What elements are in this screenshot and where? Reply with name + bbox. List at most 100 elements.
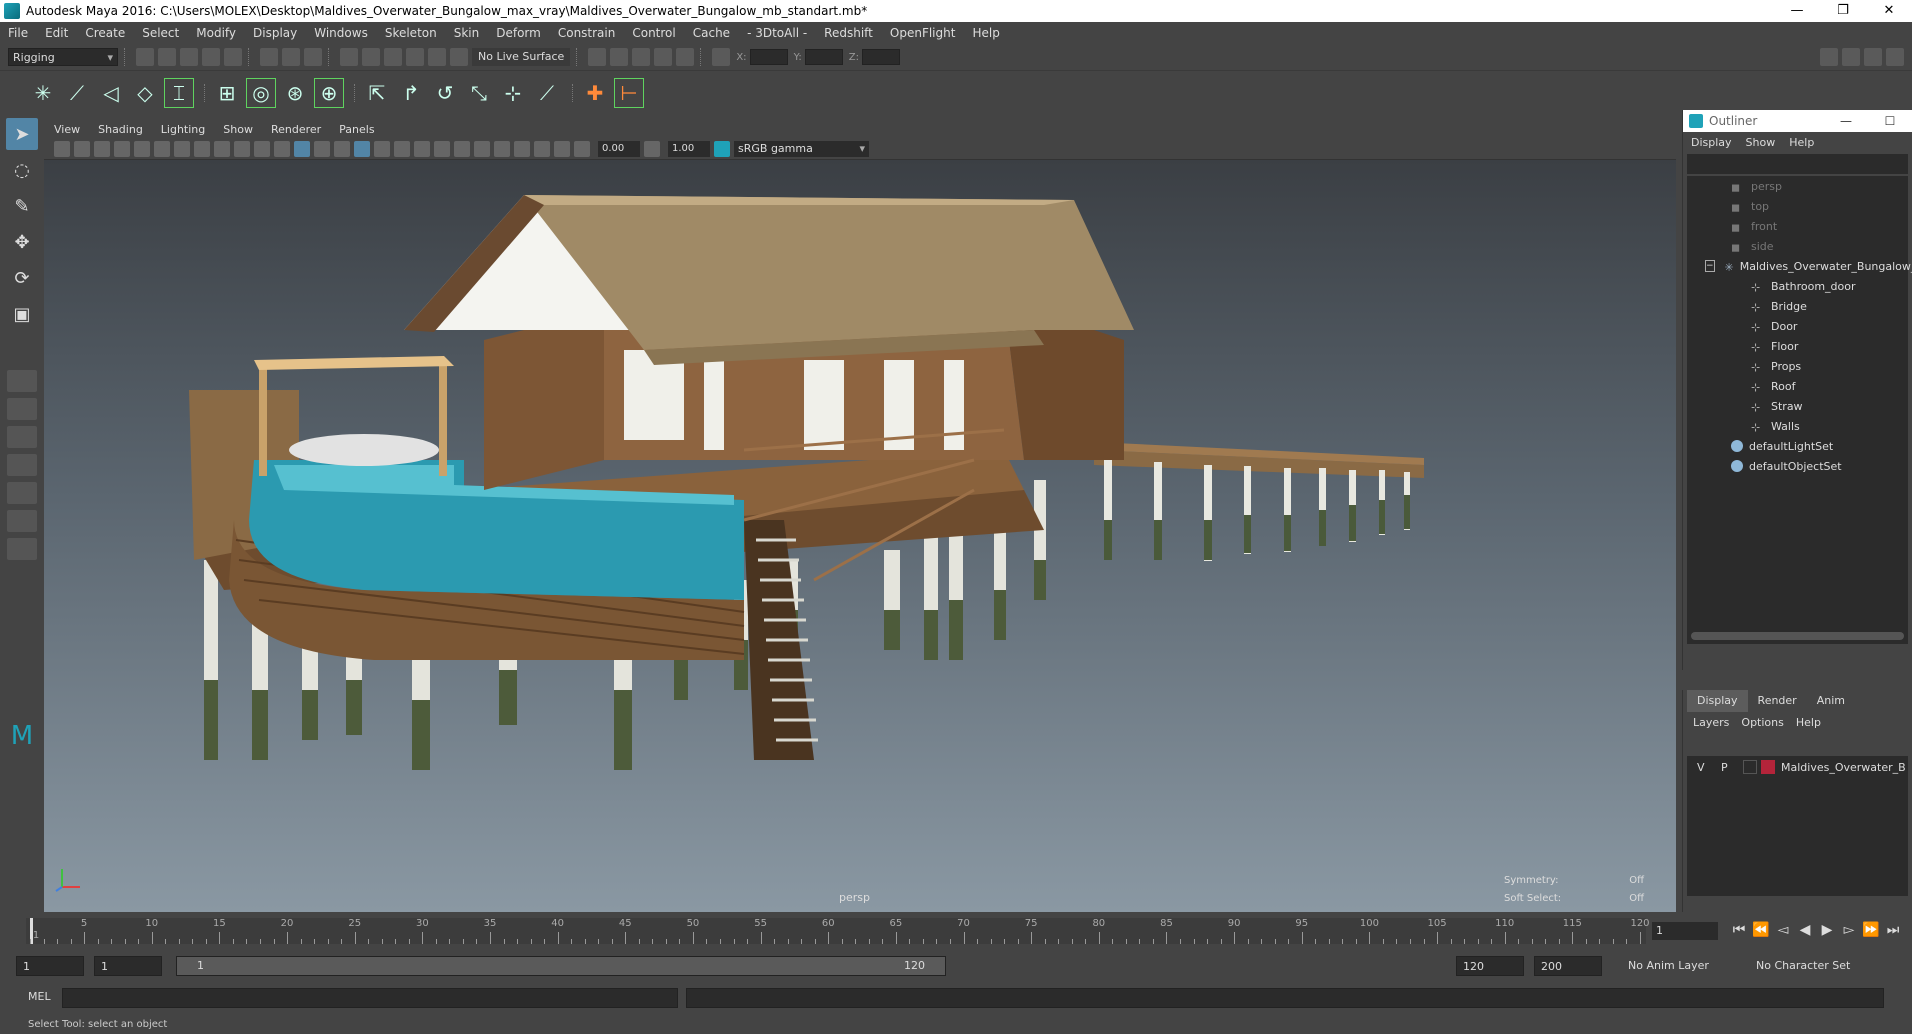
- gamma-icon[interactable]: [644, 140, 660, 157]
- viewport-canvas[interactable]: persp Symmetry: Off Soft Select: Off: [44, 160, 1676, 912]
- four-view-layout-icon[interactable]: [7, 398, 37, 420]
- menu-3dtoall[interactable]: - 3DtoAll -: [747, 26, 807, 40]
- menu-skeleton[interactable]: Skeleton: [385, 26, 437, 40]
- menu-modify[interactable]: Modify: [196, 26, 236, 40]
- outliner-item-group[interactable]: − ✳ Maldives_Overwater_Bungalow_: [1687, 256, 1912, 276]
- point-constraint-icon[interactable]: ⇱: [362, 78, 392, 108]
- render-frame-icon[interactable]: [610, 48, 629, 66]
- playback-start-field[interactable]: 1: [94, 956, 162, 976]
- step-forward-frame-icon[interactable]: ▻: [1838, 922, 1860, 938]
- script-language-label[interactable]: MEL: [28, 990, 51, 1003]
- pole-vector-icon[interactable]: ⟋: [532, 78, 562, 108]
- outliner-item-side[interactable]: ◼ side: [1687, 236, 1908, 256]
- play-backwards-icon[interactable]: ◀: [1794, 922, 1816, 938]
- step-forward-key-icon[interactable]: ⏩: [1860, 922, 1882, 938]
- layer-display-type-toggle[interactable]: [1743, 760, 1757, 774]
- x-field[interactable]: [749, 49, 788, 65]
- vp-menu-shading[interactable]: Shading: [98, 123, 143, 136]
- xray-joints-icon[interactable]: [534, 140, 550, 157]
- menuset-dropdown[interactable]: Rigging: [8, 48, 118, 66]
- command-input[interactable]: [62, 988, 678, 1008]
- range-slider[interactable]: 1 120: [176, 956, 946, 976]
- outliner-minimize-button[interactable]: —: [1824, 114, 1868, 128]
- snap-grid-icon[interactable]: [340, 48, 358, 66]
- collapse-toggle-icon[interactable]: −: [1705, 260, 1715, 272]
- camera-icon[interactable]: [54, 140, 70, 157]
- grid-icon[interactable]: [134, 140, 150, 157]
- scale-constraint-icon[interactable]: ⤡: [464, 78, 494, 108]
- select-component-icon[interactable]: [304, 48, 322, 66]
- outliner-horizontal-scrollbar[interactable]: [1691, 632, 1904, 640]
- layer-color-swatch[interactable]: [1761, 760, 1775, 774]
- anim-layer-dropdown[interactable]: No Anim Layer: [1622, 956, 1709, 976]
- persp-outliner-layout-icon[interactable]: [7, 426, 37, 448]
- undo-icon[interactable]: [202, 48, 220, 66]
- move-tool-icon[interactable]: ✥: [6, 226, 38, 258]
- layer-playback-toggle[interactable]: P: [1721, 761, 1743, 774]
- snap-surface-icon[interactable]: [428, 48, 446, 66]
- shadows-icon[interactable]: [394, 140, 410, 157]
- textured-icon[interactable]: [354, 140, 370, 157]
- gamma-field[interactable]: 1.00: [668, 140, 710, 157]
- insert-joint-icon[interactable]: ◇: [130, 78, 160, 108]
- menu-openflight[interactable]: OpenFlight: [890, 26, 956, 40]
- wireframe-icon[interactable]: [274, 140, 290, 157]
- redo-icon[interactable]: [224, 48, 242, 66]
- resolution-gate-icon[interactable]: [174, 140, 190, 157]
- bookmark-icon[interactable]: [94, 140, 110, 157]
- input-mode-icon[interactable]: [712, 48, 731, 66]
- step-back-key-icon[interactable]: ⏪: [1750, 922, 1772, 938]
- menu-create[interactable]: Create: [85, 26, 125, 40]
- default-material-icon[interactable]: [314, 140, 330, 157]
- bind-skin-icon[interactable]: ⌶: [164, 77, 194, 108]
- persp-hypergraph-layout-icon[interactable]: [7, 510, 37, 532]
- isolate-select-icon[interactable]: [494, 140, 510, 157]
- outliner-item-front[interactable]: ◼ front: [1687, 216, 1908, 236]
- minimize-button[interactable]: —: [1774, 0, 1820, 22]
- menu-constrain[interactable]: Constrain: [558, 26, 616, 40]
- step-back-frame-icon[interactable]: ◅: [1772, 922, 1794, 938]
- maya-home-icon[interactable]: M: [6, 720, 38, 752]
- outliner-item-default-object-set[interactable]: defaultObjectSet: [1687, 456, 1908, 476]
- menu-deform[interactable]: Deform: [496, 26, 541, 40]
- outliner-item-door[interactable]: ⊹ Door: [1687, 316, 1908, 336]
- go-to-start-icon[interactable]: ⏮: [1728, 922, 1750, 938]
- snap-curve-icon[interactable]: [362, 48, 380, 66]
- motion-blur-icon[interactable]: [434, 140, 450, 157]
- safe-action-icon[interactable]: [234, 140, 250, 157]
- menu-edit[interactable]: Edit: [45, 26, 68, 40]
- lasso-tool-icon[interactable]: ◌: [6, 154, 38, 186]
- scale-tool-icon[interactable]: ▣: [6, 298, 38, 330]
- menu-display[interactable]: Display: [253, 26, 297, 40]
- color-management-icon[interactable]: [714, 140, 730, 157]
- film-gate-icon[interactable]: [154, 140, 170, 157]
- outliner-item-top[interactable]: ◼ top: [1687, 196, 1908, 216]
- ik-handle-icon[interactable]: ⟋: [62, 78, 92, 108]
- single-perspective-layout-icon[interactable]: [7, 370, 37, 392]
- menu-cache[interactable]: Cache: [693, 26, 730, 40]
- time-ruler[interactable]: 5 10 15 20 25 30 35 40 45 50 55 60 65 70 75 80 85 90 95 100…: [26, 918, 1650, 944]
- select-tool-icon[interactable]: ➤: [6, 118, 38, 150]
- layer-menu-layers[interactable]: Layers: [1693, 716, 1729, 729]
- character-set-dropdown[interactable]: No Character Set: [1750, 956, 1850, 976]
- cluster-icon[interactable]: ⊞: [212, 78, 242, 108]
- vp-menu-view[interactable]: View: [54, 123, 80, 136]
- outliner-item-straw[interactable]: ⊹ Straw: [1687, 396, 1908, 416]
- close-button[interactable]: ✕: [1866, 0, 1912, 22]
- z-field[interactable]: [861, 49, 900, 65]
- vp-menu-show[interactable]: Show: [223, 123, 253, 136]
- channel-box-icon[interactable]: [1886, 48, 1904, 66]
- menu-windows[interactable]: Windows: [314, 26, 368, 40]
- snap-point-icon[interactable]: [384, 48, 402, 66]
- camera-attributes-icon[interactable]: [74, 140, 90, 157]
- locator-icon[interactable]: ✚: [580, 78, 610, 108]
- tab-anim[interactable]: Anim: [1807, 690, 1855, 712]
- outliner-maximize-button[interactable]: ☐: [1868, 114, 1912, 128]
- menu-control[interactable]: Control: [632, 26, 675, 40]
- end-time-field[interactable]: 200: [1534, 956, 1602, 976]
- vp-menu-lighting[interactable]: Lighting: [161, 123, 205, 136]
- playback-end-field[interactable]: 120: [1456, 956, 1524, 976]
- menu-redshift[interactable]: Redshift: [824, 26, 873, 40]
- save-scene-icon[interactable]: [180, 48, 198, 66]
- outliner-menu-help[interactable]: Help: [1789, 136, 1814, 149]
